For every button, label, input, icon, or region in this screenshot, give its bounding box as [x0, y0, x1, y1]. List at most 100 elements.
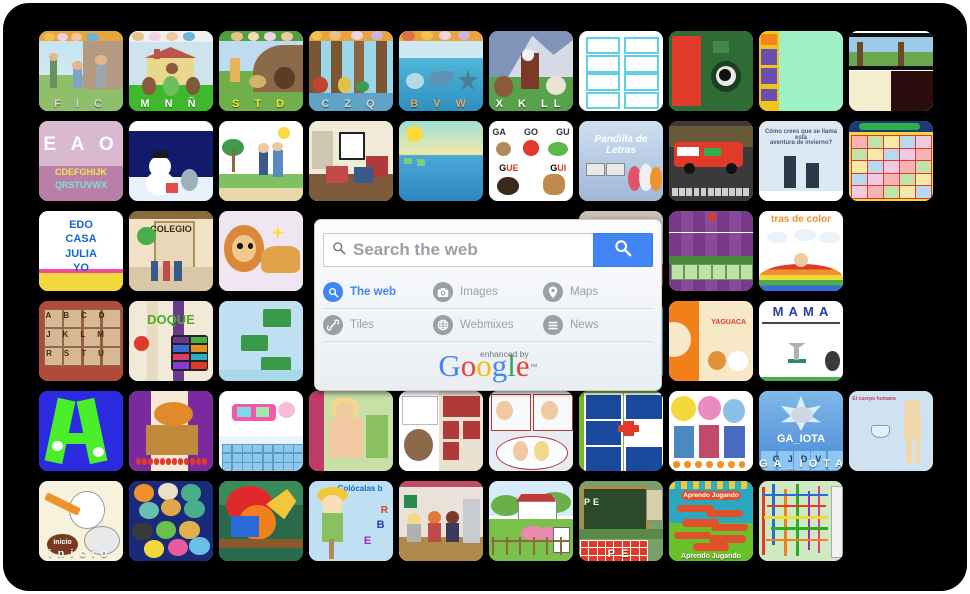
tile-thumbnail [669, 31, 753, 111]
tile-color-lines-maze[interactable] [759, 481, 843, 561]
tile-letras-de-color[interactable]: tras de color [759, 211, 843, 291]
search-scope-tiles[interactable]: Tiles [323, 309, 433, 342]
tile-letters-f-i-c[interactable]: F I C [39, 31, 123, 111]
tile-cursive-sea[interactable] [399, 121, 483, 201]
tile-thumbnail [309, 391, 393, 471]
tile-circus-tiger[interactable] [129, 391, 213, 471]
tile-caption: C Z Q [321, 98, 381, 110]
tile-pink-keyboard[interactable] [219, 391, 303, 471]
search-submit-button[interactable] [593, 233, 653, 267]
tile-thumbnail: COLEGIO [129, 211, 213, 291]
tile-mint-activity[interactable] [759, 31, 843, 111]
tile-caption: GA_IOTA [759, 458, 843, 470]
tile-stork-inicio[interactable]: inicio inicio [39, 481, 123, 561]
tile-cursive-cards[interactable] [579, 31, 663, 111]
tile-winter-question[interactable]: Cómo crees que se llama esta aventura de… [759, 121, 843, 201]
tile-edo-casa-julia-yo[interactable]: EDO CASA JULIA YO [39, 211, 123, 291]
tile-letters-c-z-q[interactable]: C Z Q [309, 31, 393, 111]
tile-picture-bingo[interactable] [849, 121, 933, 201]
tile-letters-s-t-d[interactable]: S T D [219, 31, 303, 111]
tile-thumbnail [219, 301, 303, 381]
tile-thumbnail [219, 121, 303, 201]
tile-beach-family[interactable] [219, 121, 303, 201]
tile-eao-alphabet[interactable]: E A O CDEFGHIJK QRSTUVWX [39, 121, 123, 201]
tile-aprendo-jugando[interactable]: Aprendo Jugando Aprendo Jugando [669, 481, 753, 561]
search-scope-news[interactable]: News [543, 309, 653, 342]
tile-bdoque[interactable]: DOQUE [129, 301, 213, 381]
tile-bubbles-animals[interactable] [129, 481, 213, 561]
google-branding: enhanced by Google™ [315, 349, 661, 381]
tile-ga-iota[interactable]: GA_IOTA GJDV GA_IOTA [759, 391, 843, 471]
tile-farm-scene[interactable] [489, 481, 573, 561]
search-field[interactable] [323, 233, 593, 267]
tile-caption: S T D [231, 98, 291, 110]
tile-thumbnail [669, 121, 753, 201]
search-scope-the-web[interactable]: The web [323, 276, 433, 309]
tile-snowman-night[interactable] [129, 121, 213, 201]
tile-thumbnail [39, 391, 123, 471]
tile-thumbnail: tras de color [759, 211, 843, 291]
tile-curtain-girl[interactable] [309, 391, 393, 471]
tile-ga-go-gu-gue-gui[interactable]: GA GO GU GUE GUI [489, 121, 573, 201]
tile-living-room[interactable] [309, 121, 393, 201]
tile-mama-board[interactable]: M A M A [759, 301, 843, 381]
tile-thumbnail [219, 211, 303, 291]
tile-thumbnail [759, 481, 843, 561]
tile-abc-blocks-wall[interactable]: ABCD JKLM RSTU [39, 301, 123, 381]
tile-pictogram-signs[interactable] [579, 391, 663, 471]
tile-dog-storybook[interactable] [399, 391, 483, 471]
tile-filmstrip[interactable] [849, 31, 933, 111]
page-canvas: F I C M N Ñ S T D C Z Q B V W X K LL E A… [3, 3, 967, 591]
tile-thumbnail [489, 391, 573, 471]
search-bar[interactable] [323, 233, 653, 267]
tile-pandilla-de-letras[interactable]: Pandilla de Letras [579, 121, 663, 201]
globe-icon [433, 315, 453, 335]
search-input[interactable] [353, 240, 593, 260]
tile-fire-truck-hangman[interactable] [669, 121, 753, 201]
search-scope-label: The web [350, 286, 397, 298]
trademark-symbol: ™ [529, 362, 538, 372]
tile-letters-b-v-w[interactable]: B V W [399, 31, 483, 111]
tile-thumbnail: M A M A [759, 301, 843, 381]
search-scope-webmixes[interactable]: Webmixes [433, 309, 543, 342]
enhanced-by-label: enhanced by [480, 349, 529, 359]
search-scope-maps[interactable]: Maps [543, 276, 653, 309]
tile-scarecrow-colocalas[interactable]: Colócalas b R B E [309, 481, 393, 561]
tile-comic-panels[interactable] [489, 391, 573, 471]
search-widget[interactable]: The web Images Maps Tiles Webmixes News enhan… [314, 219, 662, 391]
tile-thumbnail [399, 121, 483, 201]
map-pin-icon [543, 282, 563, 302]
tile-blackboard-pe[interactable]: PE PE [579, 481, 663, 561]
tile-caption: PE [607, 548, 635, 560]
tile-colegio-scene[interactable]: COLEGIO [129, 211, 213, 291]
tile-classroom-kids[interactable] [669, 391, 753, 471]
tile-letters-m-n-enye[interactable]: M N Ñ [129, 31, 213, 111]
tile-sky-signs[interactable] [219, 301, 303, 381]
search-scope-images[interactable]: Images [433, 276, 543, 309]
search-scope-label: Maps [570, 286, 599, 298]
web-search-icon [323, 282, 343, 302]
magnifier-icon [332, 241, 346, 260]
tile-thumbnail [129, 391, 213, 471]
tile-lion[interactable] [219, 211, 303, 291]
tile-green-letter-a[interactable] [39, 391, 123, 471]
tile-thumbnail: Colócalas b R B E [309, 481, 393, 561]
tile-thumbnail [399, 481, 483, 561]
tile-caption: B V W [410, 98, 472, 110]
tile-red-parrot[interactable] [219, 481, 303, 561]
tile-letters-x-k-ll[interactable]: X K LL [489, 31, 573, 111]
tile-thumbnail [489, 481, 573, 561]
tile-body-parts[interactable]: El cuerpo humano [849, 391, 933, 471]
tile-yaguaca[interactable]: YAGUACA [669, 301, 753, 381]
search-submit-icon [614, 239, 632, 262]
tile-kids-knight[interactable] [399, 481, 483, 561]
search-scope-label: News [570, 319, 599, 331]
tile-vowel-game-green[interactable] [669, 31, 753, 111]
tile-thumbnail: ABCD JKLM RSTU [39, 301, 123, 381]
tile-thumbnail [579, 391, 663, 471]
tile-thumbnail [309, 121, 393, 201]
search-scope-list[interactable]: The web Images Maps Tiles Webmixes News [323, 276, 653, 342]
tile-caption: inicio [48, 548, 114, 560]
link-icon [323, 315, 343, 335]
tile-purple-wordgame[interactable] [669, 211, 753, 291]
